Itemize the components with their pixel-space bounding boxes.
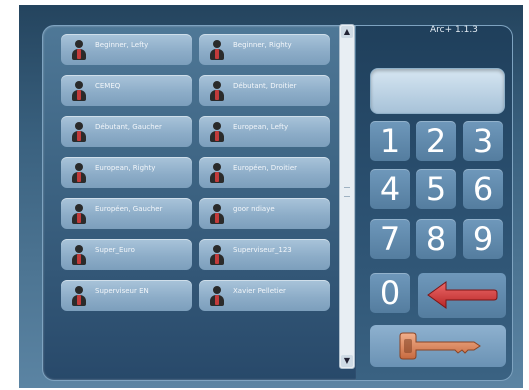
user-icon: [210, 204, 224, 224]
user-list-scrollbar[interactable]: ▲ ▼: [339, 24, 355, 369]
user-button[interactable]: CEMEQ: [61, 75, 192, 106]
key-4[interactable]: 4: [370, 169, 410, 209]
user-name: Débutant, Droitier: [233, 82, 297, 90]
user-icon: [72, 163, 86, 183]
key-2[interactable]: 2: [416, 121, 456, 161]
user-icon: [72, 40, 86, 60]
user-icon: [210, 245, 224, 265]
key-7[interactable]: 7: [370, 219, 410, 259]
user-icon: [72, 81, 86, 101]
user-button[interactable]: Superviseur_123: [199, 239, 330, 270]
key-5[interactable]: 5: [416, 169, 456, 209]
user-name: goor ndiaye: [233, 205, 275, 213]
user-icon: [210, 40, 224, 60]
login-key-button[interactable]: [370, 325, 506, 367]
app-version: Arc+ 1.1.3: [430, 25, 478, 35]
user-icon: [210, 81, 224, 101]
pin-display: [370, 68, 505, 114]
chevron-up-icon[interactable]: ▲: [341, 26, 353, 38]
user-button[interactable]: Européen, Droitier: [199, 157, 330, 188]
user-name: Xavier Pelletier: [233, 287, 286, 295]
user-button[interactable]: European, Lefty: [199, 116, 330, 147]
user-icon: [210, 122, 224, 142]
key-0[interactable]: 0: [370, 273, 410, 313]
user-button[interactable]: Beginner, Lefty: [61, 34, 192, 65]
user-button[interactable]: Européen, Gaucher: [61, 198, 192, 229]
user-icon: [210, 163, 224, 183]
user-icon: [72, 286, 86, 306]
user-name: Européen, Gaucher: [95, 205, 163, 213]
user-name: European, Lefty: [233, 123, 289, 131]
user-name: Beginner, Lefty: [95, 41, 149, 49]
key-1[interactable]: 1: [370, 121, 410, 161]
key-8[interactable]: 8: [416, 219, 456, 259]
chevron-down-icon[interactable]: ▼: [341, 355, 353, 367]
user-icon: [72, 204, 86, 224]
user-name: Superviseur EN: [95, 287, 149, 295]
user-name: European, Righty: [95, 164, 156, 172]
key-icon: [399, 332, 481, 360]
user-name: Super_Euro: [95, 246, 135, 254]
user-button[interactable]: Beginner, Righty: [199, 34, 330, 65]
scroll-grip[interactable]: [344, 187, 350, 197]
user-icon: [72, 122, 86, 142]
user-name: Beginner, Righty: [233, 41, 292, 49]
key-6[interactable]: 6: [463, 169, 503, 209]
user-button[interactable]: Xavier Pelletier: [199, 280, 330, 311]
user-button[interactable]: Débutant, Droitier: [199, 75, 330, 106]
user-name: Débutant, Gaucher: [95, 123, 162, 131]
user-button[interactable]: Débutant, Gaucher: [61, 116, 192, 147]
backspace-button[interactable]: [418, 273, 506, 318]
user-button[interactable]: goor ndiaye: [199, 198, 330, 229]
user-name: Superviseur_123: [233, 246, 292, 254]
user-button[interactable]: Super_Euro: [61, 239, 192, 270]
key-3[interactable]: 3: [463, 121, 503, 161]
user-icon: [72, 245, 86, 265]
user-name: Européen, Droitier: [233, 164, 298, 172]
user-icon: [210, 286, 224, 306]
user-button[interactable]: European, Righty: [61, 157, 192, 188]
user-button[interactable]: Superviseur EN: [61, 280, 192, 311]
key-9[interactable]: 9: [463, 219, 503, 259]
back-arrow-icon: [427, 281, 498, 309]
user-name: CEMEQ: [95, 82, 121, 90]
